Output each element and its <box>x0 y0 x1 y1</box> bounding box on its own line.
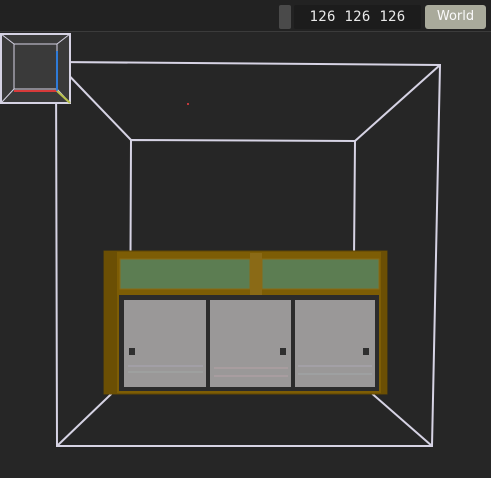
orientation-gizmo[interactable] <box>0 33 72 105</box>
cabinet-door-left[interactable] <box>124 300 206 387</box>
cabinet-side-shade-left <box>104 251 117 394</box>
cabinet-side-shade-right <box>381 251 387 394</box>
cabinet-center-post <box>250 253 262 295</box>
cabinet[interactable] <box>103 250 388 395</box>
editor-window: 126 126 126 World <box>0 0 491 478</box>
origin-marker <box>187 103 189 105</box>
door-handle-center <box>280 348 286 355</box>
cabinet-upper-panel-left <box>119 258 251 290</box>
viewport-canvas[interactable] <box>0 33 491 478</box>
3d-viewport[interactable] <box>0 33 491 478</box>
door-handle-left <box>129 348 135 355</box>
cabinet-upper-panel-right <box>261 258 380 290</box>
wireframe-edge-top-right <box>354 64 441 142</box>
door-handle-right <box>363 348 369 355</box>
viewport-toolbar: 126 126 126 World <box>0 0 491 32</box>
cabinet-door-center[interactable] <box>210 300 291 387</box>
dimensions-readout: 126 126 126 <box>294 5 421 29</box>
toolbar-grip-handle[interactable] <box>279 5 291 29</box>
world-space-toggle-button[interactable]: World <box>425 5 486 29</box>
